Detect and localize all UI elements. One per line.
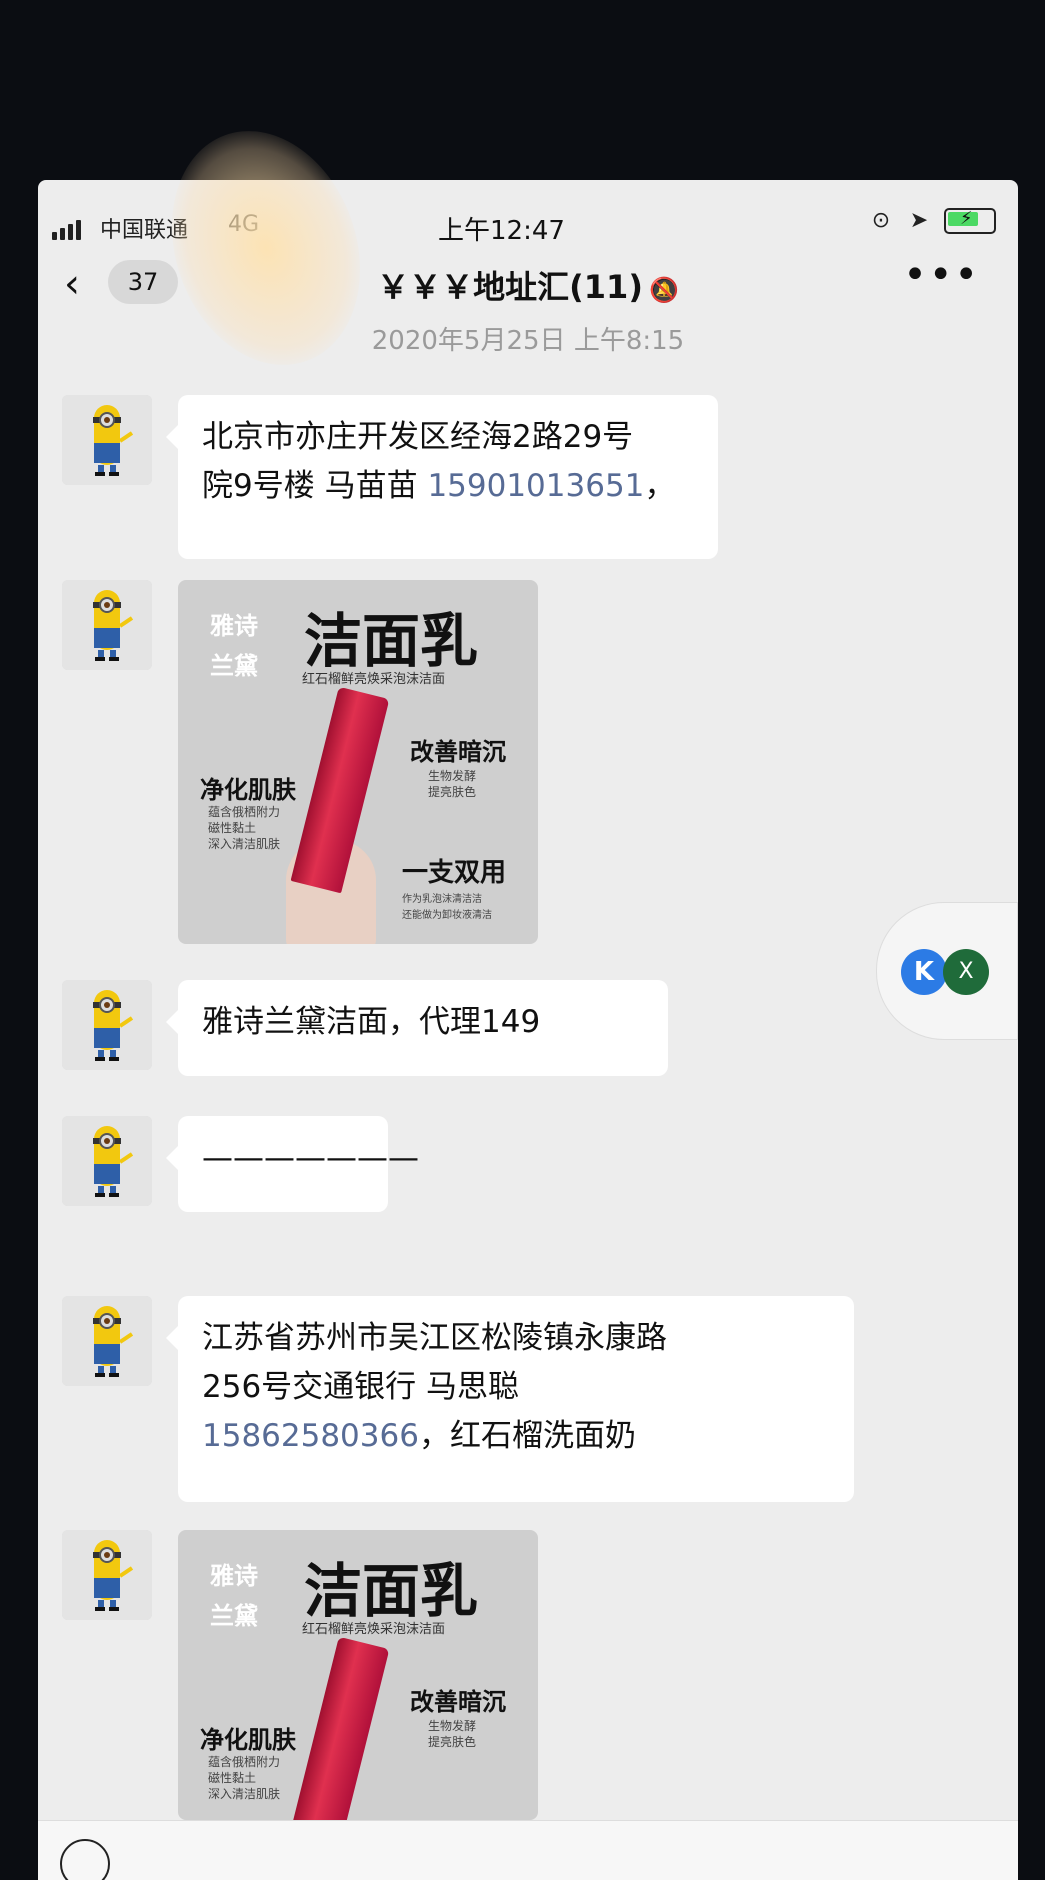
orientation-lock-icon: ⊙ (871, 208, 891, 233)
message-text: ，红石榴洗面奶 (418, 1418, 636, 1454)
product-subtitle: 红石榴鲜亮焕采泡沫洁面 (302, 1622, 446, 1637)
message-text-line: 江苏省苏州市吴江区松陵镇永康路 (202, 1320, 667, 1356)
message-text: ——————— (202, 1140, 419, 1176)
chat-screen: 中国联通 4G 上午12:47 ⊙ ➤ ⚡ ‹ 37 ￥￥￥地址汇(11) 🔕 •… (38, 180, 1018, 1880)
status-bar: 中国联通 4G 上午12:47 ⊙ ➤ ⚡ (38, 180, 1018, 246)
minion-avatar-icon (62, 395, 152, 485)
product-image[interactable]: 雅诗 兰黛 洁面乳 红石榴鲜亮焕采泡沫洁面 净化肌肤 蕴含俄栖附力 磁性黏土 深入清洁… (178, 580, 538, 944)
input-bar (38, 1820, 1018, 1880)
product-small-text: 生物发酵 提亮肤色 (428, 1719, 477, 1749)
product-label: 净化肌肤 (200, 1725, 296, 1754)
message-text: ， (644, 468, 676, 504)
chat-header: ‹ 37 ￥￥￥地址汇(11) 🔕 ••• (38, 242, 1018, 322)
product-tube (290, 1636, 390, 1820)
minion-avatar-icon (62, 980, 152, 1070)
minion-avatar-icon (62, 1296, 152, 1386)
message-bubble[interactable]: ——————— (166, 1116, 419, 1212)
brand-text: 雅诗 兰黛 (210, 1562, 258, 1630)
phone-link[interactable]: 15901013651 (427, 468, 644, 504)
network-type: 4G (228, 212, 260, 237)
message-text-line: 15862580366，红石榴洗面奶 (202, 1412, 830, 1461)
message-timestamp: 2020年5月25日 上午8:15 (371, 326, 685, 356)
product-label: 改善暗沉 (410, 737, 506, 766)
avatar[interactable] (62, 395, 152, 485)
product-title: 洁面乳 (304, 607, 479, 675)
location-icon: ➤ (909, 208, 929, 233)
voice-input-icon[interactable] (60, 1839, 110, 1880)
product-title: 洁面乳 (304, 1557, 479, 1625)
product-small-text: 生物发酵 提亮肤色 (428, 769, 477, 799)
product-subtitle: 红石榴鲜亮焕采泡沫洁面 (302, 672, 446, 687)
minion-avatar-icon (62, 1116, 152, 1206)
avatar[interactable] (62, 1296, 152, 1386)
product-image-art: 雅诗 兰黛 洁面乳 红石榴鲜亮焕采泡沫洁面 净化肌肤 蕴含俄栖附力 磁性黏土 深入清洁… (178, 580, 538, 944)
product-tube (290, 686, 390, 894)
product-small-text: 蕴含俄栖附力 磁性黏土 深入清洁肌肤 (208, 1755, 281, 1801)
product-small-text: 蕴含俄栖附力 磁性黏土 深入清洁肌肤 (208, 805, 281, 851)
avatar[interactable] (62, 1116, 152, 1206)
message-bubble[interactable]: 雅诗兰黛洁面，代理149 (166, 980, 668, 1076)
message-text-line: 北京市亦庄开发区经海2路29号 (202, 419, 634, 455)
message-text: 雅诗兰黛洁面，代理149 (202, 1004, 541, 1040)
message-text-line: 院9号楼 马苗苗 15901013651， (202, 462, 694, 511)
brand-text: 雅诗 兰黛 (210, 612, 258, 680)
minion-avatar-icon (62, 580, 152, 670)
product-label: 改善暗沉 (410, 1687, 506, 1716)
status-icons: ⊙ ➤ ⚡ (868, 208, 996, 234)
avatar[interactable] (62, 980, 152, 1070)
product-label: 净化肌肤 (200, 775, 296, 804)
battery-icon: ⚡ (944, 208, 996, 234)
carrier-name: 中国联通 (100, 218, 189, 243)
bell-slash-icon: 🔕 (648, 276, 679, 304)
product-image[interactable]: 雅诗 兰黛 洁面乳 红石榴鲜亮焕采泡沫洁面 净化肌肤 蕴含俄栖附力 磁性黏土 深入清洁… (178, 1530, 538, 1820)
more-dots-icon[interactable]: ••• (903, 252, 980, 298)
floating-widget[interactable]: K X (876, 902, 1018, 1040)
product-label: 一支双用 (402, 858, 507, 888)
product-image-art: 雅诗 兰黛 洁面乳 红石榴鲜亮焕采泡沫洁面 净化肌肤 蕴含俄栖附力 磁性黏土 深入清洁… (178, 1530, 538, 1820)
message-bubble[interactable]: 北京市亦庄开发区经海2路29号 院9号楼 马苗苗 15901013651， (166, 395, 718, 559)
avatar[interactable] (62, 580, 152, 670)
product-small-text: 作为乳泡沫清洁洁 还能做为卸妆液清洁 (402, 894, 492, 921)
k-app-icon[interactable]: K (901, 949, 947, 995)
message-bubble[interactable]: 江苏省苏州市吴江区松陵镇永康路 256号交通银行 马思聪 15862580366… (166, 1296, 854, 1502)
avatar[interactable] (62, 1530, 152, 1620)
chat-title-text: ￥￥￥地址汇(11) (377, 268, 643, 306)
message-text-line: 256号交通银行 马思聪 (202, 1369, 520, 1405)
phone-link[interactable]: 15862580366 (202, 1418, 419, 1454)
minion-avatar-icon (62, 1530, 152, 1620)
message-text: 院9号楼 马苗苗 (202, 468, 428, 504)
chat-title: ￥￥￥地址汇(11) 🔕 (38, 262, 1018, 308)
signal-icon (52, 220, 81, 240)
x-app-icon[interactable]: X (943, 949, 989, 995)
